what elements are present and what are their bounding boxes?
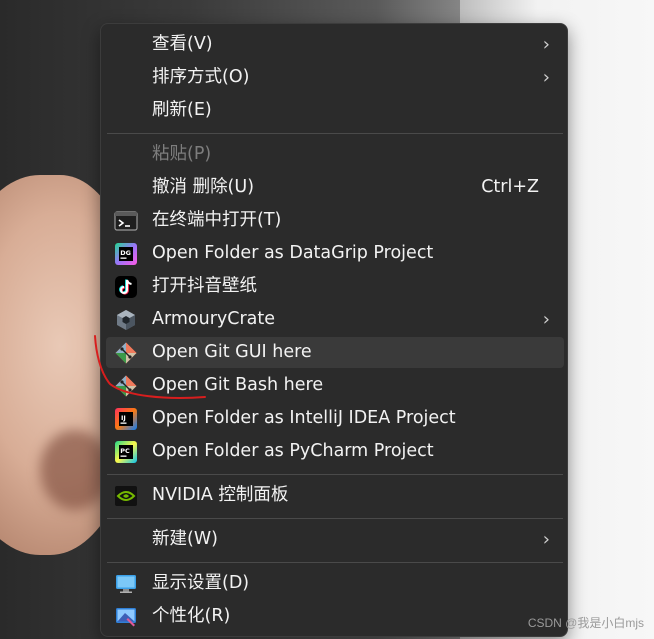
menu-item-open-git-gui[interactable]: Open Git GUI here <box>106 337 564 368</box>
intellij-icon: IJ <box>115 408 137 430</box>
menu-item-label: 在终端中打开(T) <box>152 210 282 230</box>
menu-item-open-intellij[interactable]: IJ Open Folder as IntelliJ IDEA Project <box>106 403 564 434</box>
menu-item-label: 新建(W) <box>152 529 218 549</box>
armourycrate-icon <box>117 310 135 330</box>
menu-item-label: Open Git Bash here <box>152 375 324 395</box>
menu-item-douyin-wallpaper[interactable]: 打开抖音壁纸 <box>106 271 564 302</box>
watermark: CSDN @我是小白mjs <box>527 616 644 630</box>
nvidia-icon <box>115 486 137 506</box>
menu-item-label: Open Git GUI here <box>152 342 312 362</box>
chevron-right-icon: › <box>542 34 550 55</box>
svg-text:DG: DG <box>120 249 131 257</box>
personalize-icon <box>116 608 136 627</box>
display-settings-icon <box>116 575 136 593</box>
menu-item-personalize[interactable]: 个性化(R) <box>106 601 564 632</box>
menu-separator <box>107 518 563 519</box>
menu-item-new[interactable]: 新建(W) › <box>106 524 564 555</box>
menu-item-label: Open Folder as DataGrip Project <box>152 243 434 263</box>
menu-item-paste: 粘贴(P) <box>106 139 564 170</box>
datagrip-icon: DG <box>115 243 137 265</box>
terminal-icon <box>114 211 138 231</box>
chevron-right-icon: › <box>542 309 550 330</box>
menu-item-label: Open Folder as PyCharm Project <box>152 441 434 461</box>
menu-item-armourycrate[interactable]: ArmouryCrate › <box>106 304 564 335</box>
menu-item-nvidia-control-panel[interactable]: NVIDIA 控制面板 <box>106 480 564 511</box>
git-icon <box>115 375 137 397</box>
menu-item-open-git-bash[interactable]: Open Git Bash here <box>106 370 564 401</box>
menu-separator <box>107 474 563 475</box>
chevron-right-icon: › <box>542 67 550 88</box>
menu-item-label: 粘贴(P) <box>152 144 212 164</box>
menu-separator <box>107 562 563 563</box>
shortcut-label: Ctrl+Z <box>481 177 539 197</box>
menu-item-undo-delete[interactable]: 撤消 删除(U) Ctrl+Z <box>106 172 564 203</box>
menu-item-label: 打开抖音壁纸 <box>152 276 257 296</box>
menu-item-sort-by[interactable]: 排序方式(O) › <box>106 62 564 93</box>
menu-separator <box>107 133 563 134</box>
menu-item-label: NVIDIA 控制面板 <box>152 485 289 505</box>
menu-item-label: ArmouryCrate <box>152 309 276 329</box>
git-icon <box>115 342 137 364</box>
pycharm-icon: PC <box>115 441 137 463</box>
svg-text:IJ: IJ <box>121 414 126 422</box>
menu-item-label: 排序方式(O) <box>152 67 250 87</box>
menu-item-open-pycharm[interactable]: PC Open Folder as PyCharm Project <box>106 436 564 467</box>
menu-item-refresh[interactable]: 刷新(E) <box>106 95 564 126</box>
menu-item-view[interactable]: 查看(V) › <box>106 29 564 60</box>
menu-item-label: 个性化(R) <box>152 606 231 626</box>
menu-item-label: 刷新(E) <box>152 100 212 120</box>
menu-item-label: 显示设置(D) <box>152 573 250 593</box>
menu-item-label: Open Folder as IntelliJ IDEA Project <box>152 408 456 428</box>
menu-item-open-datagrip[interactable]: DG Open Folder as DataGrip Project <box>106 238 564 269</box>
svg-text:PC: PC <box>120 447 130 455</box>
douyin-icon <box>115 276 137 298</box>
menu-item-open-in-terminal[interactable]: 在终端中打开(T) <box>106 205 564 236</box>
chevron-right-icon: › <box>542 529 550 550</box>
menu-item-display-settings[interactable]: 显示设置(D) <box>106 568 564 599</box>
menu-item-label: 撤消 删除(U) <box>152 177 255 197</box>
menu-item-label: 查看(V) <box>152 34 213 54</box>
context-menu: 查看(V) › 排序方式(O) › 刷新(E) 粘贴(P) 撤消 删除(U) C… <box>100 23 568 637</box>
